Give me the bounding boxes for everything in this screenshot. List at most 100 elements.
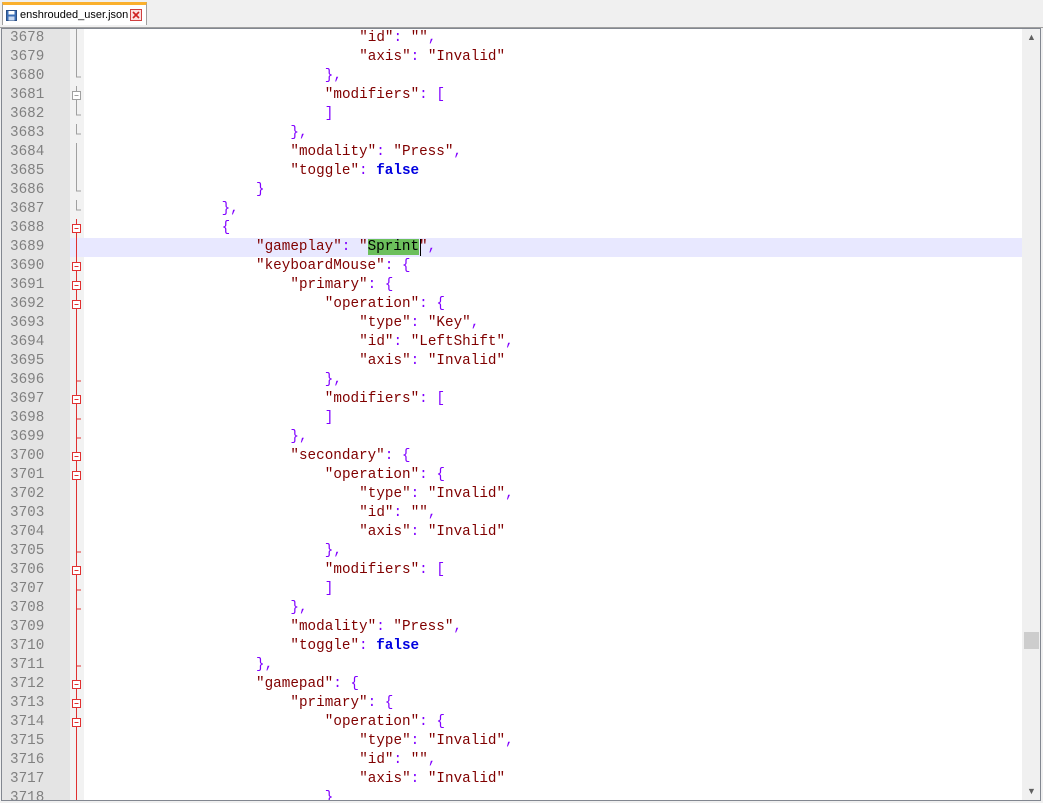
code-line[interactable]: 3688 { (2, 219, 1022, 238)
fold-line-marker (76, 485, 77, 504)
fold-toggle-icon[interactable] (70, 257, 84, 276)
code-line[interactable]: 3718} (2, 789, 1022, 800)
fold-toggle-icon[interactable] (70, 86, 84, 105)
code-line[interactable]: 3692 "operation": { (2, 295, 1022, 314)
code-text: "modality": "Press", (290, 143, 462, 162)
fold-line-marker (76, 409, 81, 428)
code-line[interactable]: 3706 "modifiers": [ (2, 561, 1022, 580)
fold-line-marker (76, 523, 77, 542)
close-icon[interactable] (130, 9, 142, 21)
fold-toggle-icon[interactable] (70, 295, 84, 314)
code-line[interactable]: 3704 "axis": "Invalid" (2, 523, 1022, 542)
fold-toggle-icon[interactable] (70, 561, 84, 580)
code-line[interactable]: 3709 "modality": "Press", (2, 618, 1022, 637)
code-token: , (427, 239, 437, 255)
code-token: "Invalid" (427, 771, 506, 787)
code-token: : [ (419, 391, 445, 407)
code-line[interactable]: 3681 "modifiers": [ (2, 86, 1022, 105)
fold-toggle-icon[interactable] (70, 694, 84, 713)
code-line[interactable]: 3679 "axis": "Invalid" (2, 48, 1022, 67)
code-line[interactable]: 3708}, (2, 599, 1022, 618)
line-number: 3712 (10, 676, 45, 692)
code-editor[interactable]: 3678 "id": "", 3679 "axis": "Invalid" 3680},… (1, 28, 1041, 801)
code-token: : { (384, 258, 411, 274)
code-line[interactable]: 3700 "secondary": { (2, 447, 1022, 466)
code-line[interactable]: 3697 "modifiers": [ (2, 390, 1022, 409)
code-text: }, (290, 124, 307, 143)
code-line[interactable]: 3712 "gamepad": { (2, 675, 1022, 694)
code-token: " (358, 239, 368, 255)
code-token: : (410, 486, 428, 502)
fold-toggle-icon[interactable] (70, 390, 84, 409)
line-number: 3713 (10, 695, 45, 711)
vertical-scrollbar[interactable]: ▲ ▼ (1022, 29, 1040, 800)
code-line[interactable]: 3695 "axis": "Invalid" (2, 352, 1022, 371)
code-text: }, (290, 428, 307, 447)
code-token: false (376, 163, 420, 179)
code-line[interactable]: 3699}, (2, 428, 1022, 447)
code-line[interactable]: 3694 "id": "LeftShift", (2, 333, 1022, 352)
code-token: }, (324, 68, 342, 84)
code-line[interactable]: 3690 "keyboardMouse": { (2, 257, 1022, 276)
code-token: , (453, 144, 463, 160)
code-line[interactable]: 3702 "type": "Invalid", (2, 485, 1022, 504)
file-tab[interactable]: enshrouded_user.json (2, 2, 147, 25)
code-line[interactable]: 3696}, (2, 371, 1022, 390)
current-code-line[interactable]: 3689 "gameplay": "Sprint", (2, 238, 1022, 257)
code-token: "axis" (359, 49, 411, 65)
line-number: 3697 (10, 391, 45, 407)
code-line[interactable]: 3713 "primary": { (2, 694, 1022, 713)
code-token: }, (256, 657, 274, 673)
code-line[interactable]: 3705}, (2, 542, 1022, 561)
code-line[interactable]: 3710 "toggle": false (2, 637, 1022, 656)
fold-toggle-icon[interactable] (70, 219, 84, 238)
code-line[interactable]: 3717 "axis": "Invalid" (2, 770, 1022, 789)
code-line[interactable]: 3714 "operation": { (2, 713, 1022, 732)
code-line[interactable]: 3687}, (2, 200, 1022, 219)
code-text: "toggle": false (290, 637, 419, 656)
code-token: : (393, 334, 411, 350)
code-token: "secondary" (290, 448, 385, 464)
fold-toggle-icon[interactable] (70, 447, 84, 466)
code-line[interactable]: 3678 "id": "", (2, 29, 1022, 48)
scrollbar-thumb[interactable] (1024, 632, 1039, 649)
selected-text: Sprint (367, 239, 420, 255)
chevron-down-icon[interactable]: ▼ (1023, 783, 1040, 800)
line-number: 3705 (10, 543, 45, 559)
code-line[interactable]: 3680}, (2, 67, 1022, 86)
code-token: : (376, 144, 394, 160)
code-text: ] (325, 409, 334, 428)
line-number: 3682 (10, 106, 45, 122)
chevron-up-icon[interactable]: ▲ (1023, 29, 1040, 46)
code-line[interactable]: 3682] (2, 105, 1022, 124)
code-area[interactable]: 3678 "id": "", 3679 "axis": "Invalid" 3680},… (2, 29, 1022, 800)
code-line[interactable]: 3691 "primary": { (2, 276, 1022, 295)
fold-toggle-icon[interactable] (70, 713, 84, 732)
code-text: "secondary": { (290, 447, 410, 466)
code-token: "id" (359, 334, 394, 350)
code-line[interactable]: 3686} (2, 181, 1022, 200)
code-line[interactable]: 3693 "type": "Key", (2, 314, 1022, 333)
code-line[interactable]: 3684 "modality": "Press", (2, 143, 1022, 162)
line-number: 3688 (10, 220, 45, 236)
fold-toggle-icon[interactable] (70, 675, 84, 694)
fold-line-marker (76, 428, 81, 447)
code-text: "operation": { (325, 466, 445, 485)
fold-line-marker (76, 200, 81, 211)
code-line[interactable]: 3715 "type": "Invalid", (2, 732, 1022, 751)
code-line[interactable]: 3701 "operation": { (2, 466, 1022, 485)
code-line[interactable]: 3698] (2, 409, 1022, 428)
line-number: 3703 (10, 505, 45, 521)
code-line[interactable]: 3703 "id": "", (2, 504, 1022, 523)
code-line[interactable]: 3707] (2, 580, 1022, 599)
code-token: "keyboardMouse" (256, 258, 385, 274)
code-line[interactable]: 3716 "id": "", (2, 751, 1022, 770)
fold-line-marker (76, 105, 81, 116)
fold-toggle-icon[interactable] (70, 276, 84, 295)
code-line[interactable]: 3711}, (2, 656, 1022, 675)
fold-toggle-icon[interactable] (70, 466, 84, 485)
code-line[interactable]: 3685 "toggle": false (2, 162, 1022, 181)
code-line[interactable]: 3683}, (2, 124, 1022, 143)
code-text: }, (325, 371, 342, 390)
code-token: } (256, 182, 265, 198)
